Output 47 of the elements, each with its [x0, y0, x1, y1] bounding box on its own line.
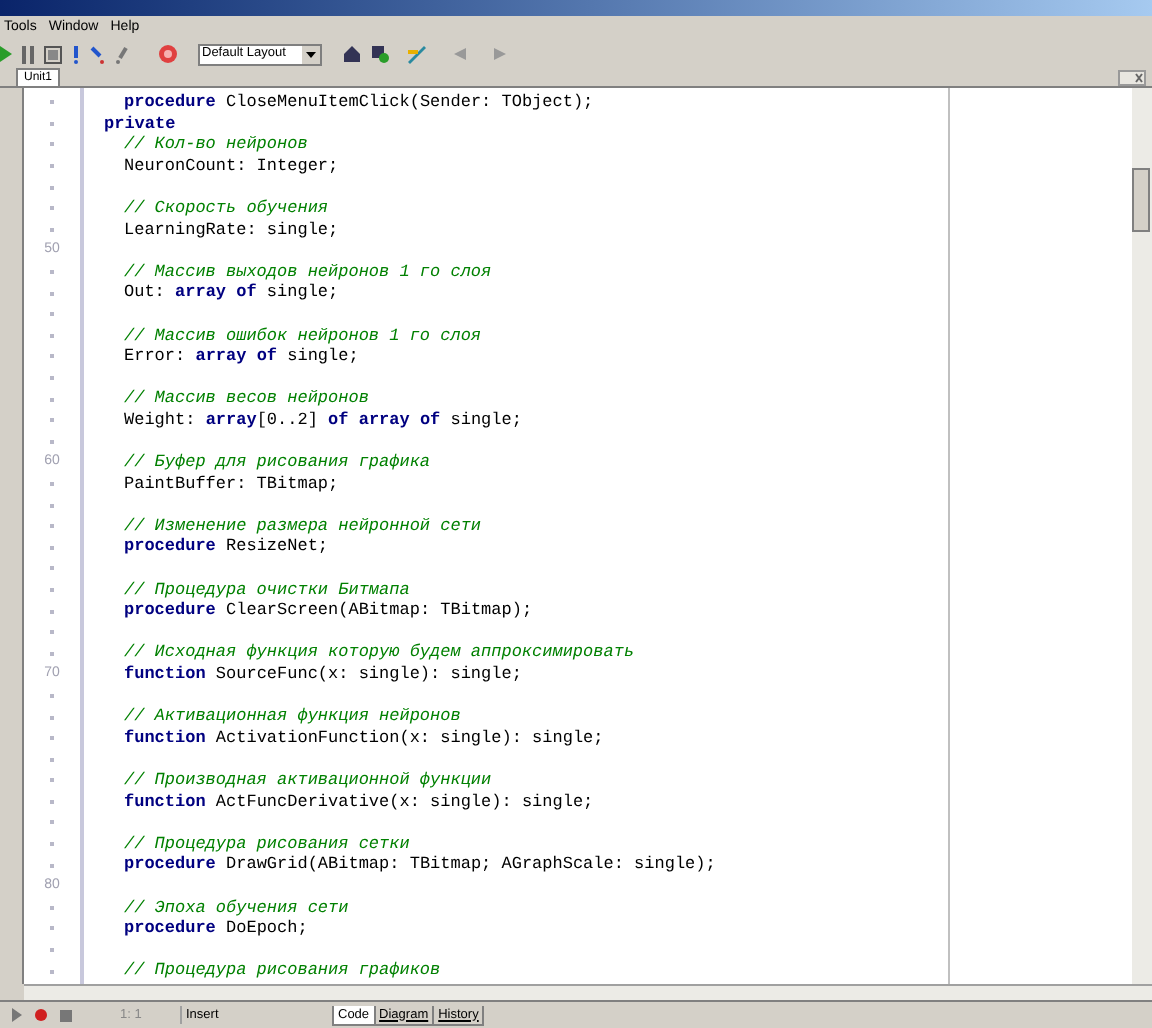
- stop-icon[interactable]: [60, 1009, 72, 1021]
- code-line: PaintBuffer: TBitmap;: [124, 473, 339, 494]
- step-icon[interactable]: [90, 45, 106, 63]
- code-line: procedure DoEpoch;: [124, 918, 308, 939]
- code-line: // Процедура рисования графиков: [124, 960, 441, 981]
- forward-icon[interactable]: [492, 46, 508, 62]
- close-icon[interactable]: [1118, 70, 1146, 86]
- code-line: // Массив выходов нейронов 1 го слоя: [124, 261, 492, 282]
- pencil-icon[interactable]: [406, 44, 428, 64]
- back-icon[interactable]: [452, 46, 468, 62]
- scroll-thumb[interactable]: [1132, 168, 1150, 232]
- play-icon[interactable]: [0, 46, 12, 62]
- code-line: // Эпоха обучения сети: [124, 897, 349, 918]
- code-line: function SourceFunc(x: single): single;: [124, 664, 522, 685]
- code-line: function ActFuncDerivative(x: single): single;: [124, 791, 594, 812]
- code-line: // Кол-во нейронов: [124, 134, 308, 155]
- code-line: NeuronCount: Integer;: [124, 155, 339, 176]
- code-line: function ActivationFunction(x: single): single;: [124, 727, 604, 748]
- code-line: private: [104, 113, 176, 134]
- code-line: Weight: array[0..2] of array of single;: [124, 409, 522, 430]
- code-line: // Активационная функция нейронов: [124, 706, 461, 727]
- code-line: Error: array of single;: [124, 346, 359, 367]
- code-line: procedure DrawGrid(ABitmap: TBitmap; AGraphScale: single);: [124, 854, 716, 875]
- code-line: Out: array of single;: [124, 282, 339, 303]
- code-line: procedure ClearScreen(ABitmap: TBitmap);: [124, 600, 533, 621]
- code-line: LearningRate: single;: [124, 219, 339, 240]
- record-icon[interactable]: [34, 1008, 48, 1022]
- code-line: // Исходная функция которую будем аппроксимировать: [124, 642, 635, 663]
- code-line: // Массив весов нейронов: [124, 388, 369, 409]
- code-line: // Скорость обучения: [124, 197, 329, 218]
- play-icon[interactable]: [12, 1008, 22, 1022]
- step-icon[interactable]: [114, 45, 130, 63]
- vertical-scrollbar[interactable]: [1132, 88, 1152, 984]
- code-line: procedure ResizeNet;: [124, 536, 329, 557]
- code-line: // Процедура очистки Битмапа: [124, 579, 410, 600]
- code-line: // Буфер для рисования графика: [124, 452, 431, 473]
- pause-icon[interactable]: [20, 45, 36, 63]
- caret-icon: [302, 45, 320, 63]
- stop-icon[interactable]: [44, 45, 62, 63]
- code-line: // Изменение размера нейронной сети: [124, 515, 482, 536]
- code-line: // Процедура рисования сетки: [124, 833, 410, 854]
- horizontal-scrollbar[interactable]: [24, 984, 1152, 1000]
- code-line: // Производная активационной функции: [124, 770, 492, 790]
- step-icon[interactable]: [70, 45, 82, 63]
- code-line: // Массив ошибок нейронов 1 го слоя: [124, 325, 482, 346]
- code-line: procedure CloseMenuItemClick(Sender: TObject);: [124, 92, 594, 112]
- breakpoint-icon[interactable]: [158, 44, 178, 64]
